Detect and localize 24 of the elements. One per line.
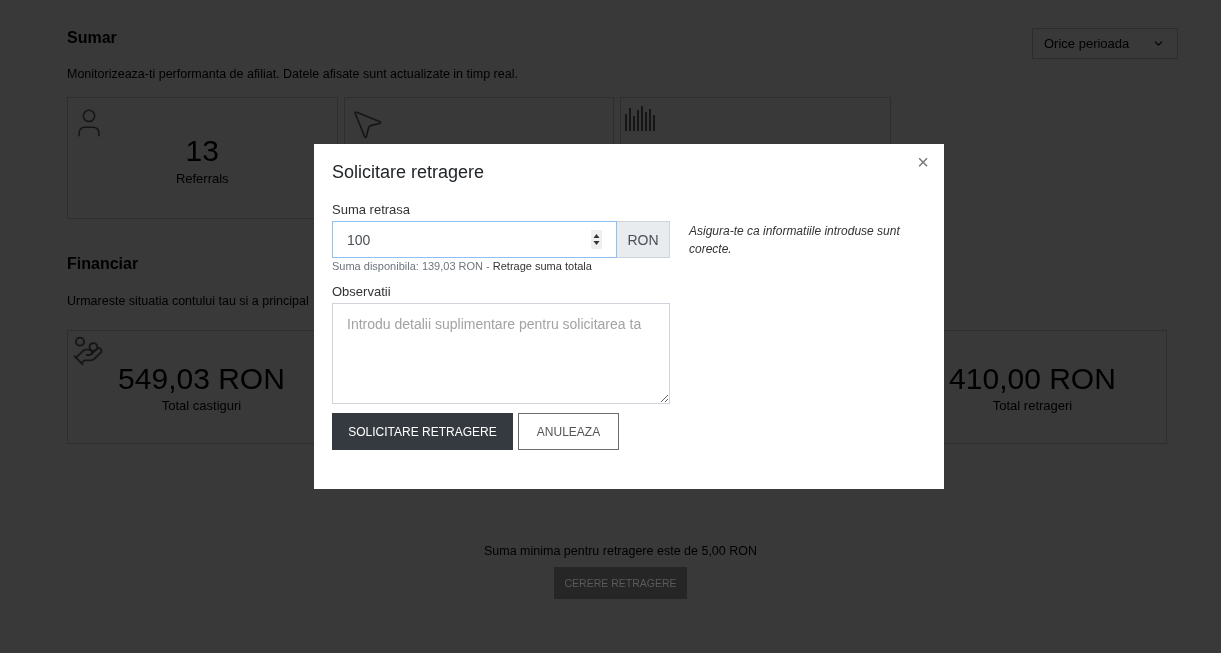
hand-coins-icon — [72, 335, 104, 367]
hint-text: Asigura-te ca informatiile introduse sunt corecte. — [689, 223, 901, 258]
bar-chart-icon — [625, 106, 655, 131]
currency-addon: RON — [617, 221, 670, 258]
field-label: Suma retrasa — [332, 201, 411, 219]
section-title: Sumar — [67, 28, 117, 48]
submit-button[interactable]: SOLICITARE RETRAGERE — [332, 413, 513, 450]
spinner-icon[interactable] — [591, 230, 602, 249]
stat-label: Referrals — [175, 171, 229, 187]
stat-value: 410,00 RON — [949, 362, 1116, 396]
amount-input[interactable]: 100 — [332, 221, 617, 258]
field-label: Observatii — [332, 283, 391, 301]
stat-value: 549,03 RON — [118, 362, 285, 396]
dialog-title: Solicitare retragere — [332, 161, 485, 183]
available-amount-text: Suma disponibila: 139,03 RON - Retrage suma totala — [332, 259, 592, 273]
minimum-amount-note: Suma minima pentru retragere este de 5,00 RON — [483, 543, 757, 559]
withdraw-all-link[interactable]: Retrage suma totala — [492, 260, 592, 272]
cancel-button[interactable]: ANULEAZA — [518, 413, 619, 450]
stat-label: Total retrageri — [992, 398, 1073, 414]
stat-value: 13 — [185, 134, 219, 168]
close-button[interactable]: × — [917, 152, 929, 172]
stat-label: Total castiguri — [161, 398, 242, 414]
section-title: Financiar — [67, 254, 139, 274]
notes-field[interactable]: Introdu detalii suplimentare pentru solicitarea ta — [332, 303, 670, 404]
